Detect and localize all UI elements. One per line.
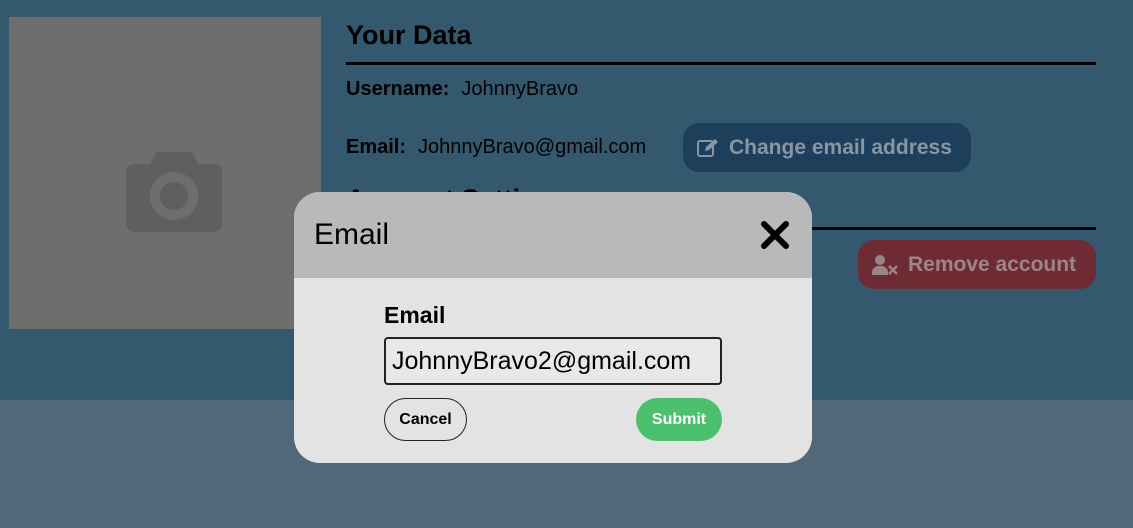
email-field-label: Email bbox=[384, 302, 446, 328]
edit-icon bbox=[697, 138, 718, 157]
remove-account-label: Remove account bbox=[908, 252, 1077, 276]
cancel-button[interactable]: Cancel bbox=[384, 398, 467, 441]
submit-button[interactable]: Submit bbox=[636, 398, 722, 441]
modal-title: Email bbox=[314, 218, 390, 251]
your-data-heading: Your Data bbox=[346, 20, 472, 50]
modal-header: Email bbox=[294, 192, 812, 278]
username-value: JohnnyBravo bbox=[461, 78, 579, 100]
change-email-button[interactable]: Change email address bbox=[683, 123, 971, 172]
email-row: Email: JohnnyBravo@gmail.com bbox=[346, 136, 646, 159]
camera-icon bbox=[126, 152, 222, 232]
email-modal: Email Email Cancel Submit bbox=[294, 192, 812, 463]
heading-divider bbox=[346, 62, 1096, 65]
username-label: Username: bbox=[346, 78, 450, 100]
user-remove-icon bbox=[872, 254, 898, 275]
email-input[interactable] bbox=[384, 337, 722, 385]
email-value: JohnnyBravo@gmail.com bbox=[418, 136, 647, 158]
close-icon[interactable] bbox=[760, 220, 790, 250]
email-label: Email: bbox=[346, 136, 407, 158]
change-email-label: Change email address bbox=[729, 135, 952, 159]
profile-photo-placeholder[interactable] bbox=[9, 17, 321, 329]
remove-account-button[interactable]: Remove account bbox=[858, 240, 1096, 289]
username-row: Username: JohnnyBravo bbox=[346, 78, 578, 101]
